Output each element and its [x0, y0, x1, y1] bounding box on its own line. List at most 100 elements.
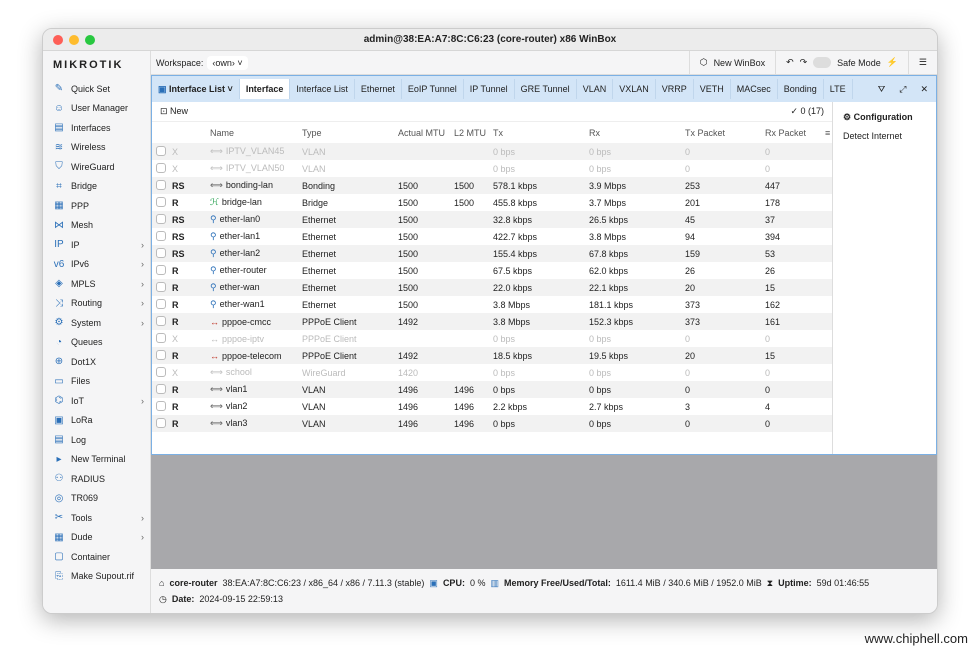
tab-ethernet[interactable]: Ethernet	[355, 79, 402, 99]
sidebar-item-user-manager[interactable]: ☺ User Manager	[43, 99, 150, 119]
sidebar-item-tools[interactable]: ✂ Tools ›	[43, 508, 150, 528]
table-row[interactable]: X ⟺ IPTV_VLAN45 VLAN 0 bps 0 bps 0 0	[152, 143, 832, 160]
disconnect-icon[interactable]: ⚡	[887, 57, 898, 68]
row-checkbox[interactable]	[156, 247, 166, 258]
tab-gre-tunnel[interactable]: GRE Tunnel	[515, 79, 577, 99]
window-title-dropdown[interactable]: ▣ Interface List ˅	[152, 79, 240, 99]
sidebar-item-mpls[interactable]: ◈ MPLS ›	[43, 274, 150, 294]
sidebar-item-wireguard[interactable]: ⛉ WireGuard	[43, 157, 150, 177]
new-button[interactable]: ⊡ New	[160, 106, 188, 117]
column-header[interactable]: Tx Packet	[685, 128, 765, 138]
tab-bonding[interactable]: Bonding	[778, 79, 824, 99]
row-checkbox[interactable]	[156, 179, 166, 190]
sidebar-item-system[interactable]: ⚙ System ›	[43, 313, 150, 333]
expand-icon[interactable]: ⤢	[899, 84, 906, 95]
row-checkbox[interactable]	[156, 298, 166, 309]
table-row[interactable]: R ↔ pppoe-cmcc PPPoE Client 1492 3.8 Mbps 152.…	[152, 313, 832, 330]
tab-vxlan[interactable]: VXLAN	[613, 79, 656, 99]
tab-interface-list[interactable]: Interface List	[290, 79, 355, 99]
row-checkbox[interactable]	[156, 145, 166, 156]
sidebar-item-interfaces[interactable]: ▤ Interfaces	[43, 118, 150, 138]
tab-vrrp[interactable]: VRRP	[656, 79, 694, 99]
column-header[interactable]: Tx	[493, 128, 589, 138]
column-header[interactable]: Name	[210, 128, 302, 138]
ether-icon: ⚲	[210, 214, 217, 224]
row-checkbox[interactable]	[156, 332, 166, 343]
redo-icon[interactable]: ↷	[800, 57, 808, 68]
table-row[interactable]: X ⟺ IPTV_VLAN50 VLAN 0 bps 0 bps 0 0	[152, 160, 832, 177]
sidebar-item-lora[interactable]: ▣ LoRa	[43, 411, 150, 431]
column-menu-icon[interactable]: ≡	[825, 128, 830, 138]
menu-button[interactable]: ☰	[907, 51, 937, 74]
table-row[interactable]: X ⟺ school WireGuard 1420 0 bps 0 bps 0 0	[152, 364, 832, 381]
row-checkbox[interactable]	[156, 196, 166, 207]
table-row[interactable]: X ↔ pppoe-iptv PPPoE Client 0 bps 0 bps 0 0	[152, 330, 832, 347]
sidebar-item-dude[interactable]: ▦ Dude ›	[43, 528, 150, 548]
table-row[interactable]: R ⚲ ether-wan1 Ethernet 1500 3.8 Mbps 181.1 kb…	[152, 296, 832, 313]
sidebar-item-make-supout-rif[interactable]: ⎘ Make Supout.rif	[43, 567, 150, 587]
zoom-button[interactable]	[85, 35, 95, 45]
sidebar-item-tr069[interactable]: ◎ TR069	[43, 489, 150, 509]
tab-eoip-tunnel[interactable]: EoIP Tunnel	[402, 79, 464, 99]
filter-icon[interactable]: ⛛	[878, 84, 886, 95]
column-header[interactable]: L2 MTU	[454, 128, 493, 138]
column-header[interactable]: Actual MTU	[398, 128, 454, 138]
tab-lte[interactable]: LTE	[824, 79, 853, 99]
row-checkbox[interactable]	[156, 315, 166, 326]
sidebar-item-files[interactable]: ▭ Files	[43, 372, 150, 392]
sidebar-item-routing[interactable]: ⤨ Routing ›	[43, 294, 150, 314]
row-checkbox[interactable]	[156, 230, 166, 241]
table-row[interactable]: R ⟺ vlan1 VLAN 1496 1496 0 bps 0 bps 0 0	[152, 381, 832, 398]
table-row[interactable]: RS ⟺ bonding-lan Bonding 1500 1500 578.1 kbps 3…	[152, 177, 832, 194]
table-row[interactable]: R ℋbridge-lan Bridge 1500 1500 455.8 kbps 3.7 …	[152, 194, 832, 211]
tab-vlan[interactable]: VLAN	[577, 79, 614, 99]
table-row[interactable]: RS ⚲ ether-lan0 Ethernet 1500 32.8 kbps 26.5 k…	[152, 211, 832, 228]
row-checkbox[interactable]	[156, 213, 166, 224]
sidebar-item-ip[interactable]: IP IP ›	[43, 235, 150, 255]
tab-macsec[interactable]: MACsec	[731, 79, 778, 99]
row-checkbox[interactable]	[156, 366, 166, 377]
table-row[interactable]: R ⟺ vlan3 VLAN 1496 1496 0 bps 0 bps 0 0	[152, 415, 832, 432]
column-header[interactable]: Type	[302, 128, 398, 138]
sidebar-item-new-terminal[interactable]: ▸ New Terminal	[43, 450, 150, 470]
column-header[interactable]: Rx	[589, 128, 685, 138]
row-checkbox[interactable]	[156, 264, 166, 275]
close-icon[interactable]: ✕	[920, 84, 928, 95]
row-checkbox[interactable]	[156, 162, 166, 173]
sidebar-item-ipv6[interactable]: v6 IPv6 ›	[43, 255, 150, 275]
workspace-select[interactable]: ‹own› ˅	[207, 55, 248, 70]
table-row[interactable]: RS ⚲ ether-lan1 Ethernet 1500 422.7 kbps 3.8 M…	[152, 228, 832, 245]
sidebar-item-ppp[interactable]: ▦ PPP	[43, 196, 150, 216]
sidebar-item-dot1x[interactable]: ⊕ Dot1X	[43, 352, 150, 372]
ether-icon: ⚲	[210, 231, 217, 241]
sidebar-item-bridge[interactable]: ⌗ Bridge	[43, 177, 150, 197]
sidebar-item-wireless[interactable]: ≋ Wireless	[43, 138, 150, 158]
sidebar-item-mesh[interactable]: ⋈ Mesh	[43, 216, 150, 236]
sidebar-item-queues[interactable]: ◔ Queues	[43, 333, 150, 353]
column-header[interactable]: Rx Packet	[765, 128, 825, 138]
row-checkbox[interactable]	[156, 383, 166, 394]
table-row[interactable]: R ⚲ ether-router Ethernet 1500 67.5 kbps 62.0 …	[152, 262, 832, 279]
table-row[interactable]: R ⚲ ether-wan Ethernet 1500 22.0 kbps 22.1 kbp…	[152, 279, 832, 296]
detect-internet-item[interactable]: Detect Internet	[843, 131, 926, 141]
sidebar-item-radius[interactable]: ⚇ RADIUS	[43, 469, 150, 489]
row-checkbox[interactable]	[156, 400, 166, 411]
sidebar-item-log[interactable]: ▤ Log	[43, 430, 150, 450]
table-row[interactable]: RS ⚲ ether-lan2 Ethernet 1500 155.4 kbps 67.8 …	[152, 245, 832, 262]
new-winbox-button[interactable]: ⬡ New WinBox	[688, 51, 775, 74]
undo-icon[interactable]: ↶	[786, 57, 794, 68]
row-checkbox[interactable]	[156, 349, 166, 360]
sidebar-item-container[interactable]: ▢ Container	[43, 547, 150, 567]
tab-veth[interactable]: VETH	[694, 79, 731, 99]
row-checkbox[interactable]	[156, 417, 166, 428]
sidebar-item-quick-set[interactable]: ✎ Quick Set	[43, 79, 150, 99]
tab-ip-tunnel[interactable]: IP Tunnel	[464, 79, 515, 99]
close-button[interactable]	[53, 35, 63, 45]
row-checkbox[interactable]	[156, 281, 166, 292]
safe-mode-toggle[interactable]	[813, 57, 832, 68]
sidebar-item-iot[interactable]: ⌬ IoT ›	[43, 391, 150, 411]
tab-interface[interactable]: Interface	[239, 79, 291, 99]
table-row[interactable]: R ⟺ vlan2 VLAN 1496 1496 2.2 kbps 2.7 kbps 3 4	[152, 398, 832, 415]
minimize-button[interactable]	[69, 35, 79, 45]
table-row[interactable]: R ↔ pppoe-telecom PPPoE Client 1492 18.5 kbps…	[152, 347, 832, 364]
